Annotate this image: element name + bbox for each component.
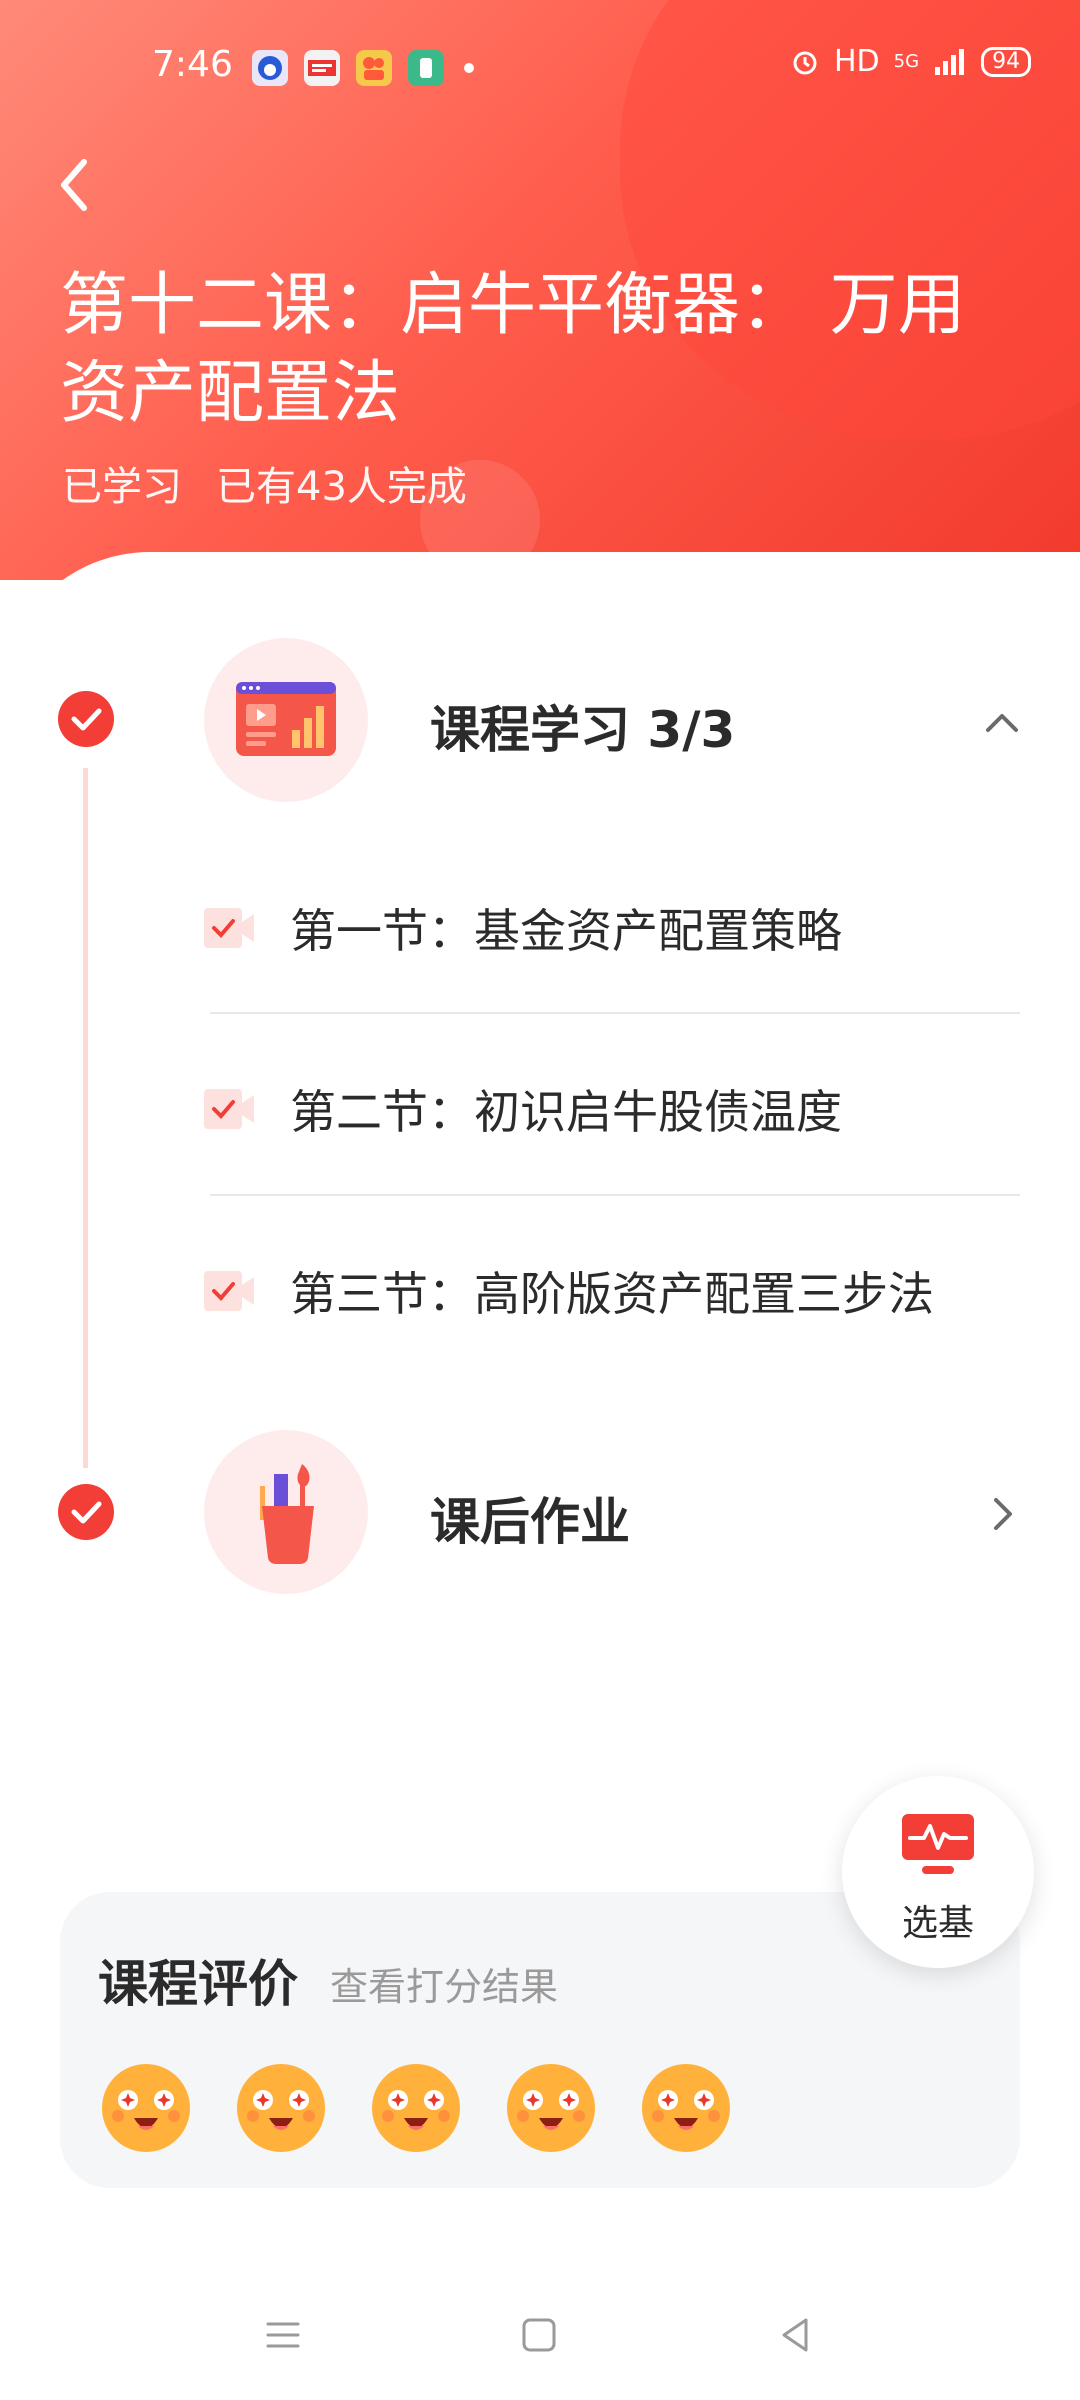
course-study-check-icon (58, 691, 114, 747)
timeline-line (83, 768, 88, 1468)
lesson-label: 第一节：基金资产配置策略 (290, 904, 842, 958)
nav-menu-button[interactable] (258, 2310, 308, 2360)
homework-label[interactable]: 课后作业 (430, 1482, 630, 1554)
homework-open-button[interactable] (982, 1494, 1022, 1534)
chevron-right-icon (994, 1498, 1012, 1530)
study-status: 已学习 (62, 464, 182, 510)
kuaishou-app-icon (356, 50, 392, 86)
status-right-group: HD 5G 94 (790, 44, 1032, 79)
star-eyes-emoji-icon (507, 2064, 595, 2152)
lesson-item[interactable]: 第三节：高阶版资产配置三步法 (204, 1258, 934, 1324)
chevron-up-icon (986, 714, 1018, 732)
rating-emoji-3[interactable] (370, 2062, 462, 2154)
baidu-app-icon (252, 50, 288, 86)
status-time: 7:46 (152, 44, 233, 85)
star-eyes-emoji-icon (642, 2064, 730, 2152)
battery-indicator: 94 (981, 46, 1032, 77)
back-arrow-icon (61, 159, 87, 211)
fab-label: 选基 (901, 1903, 974, 1944)
star-eyes-emoji-icon (372, 2064, 460, 2152)
video-check-icon (204, 1089, 254, 1129)
back-triangle-icon (782, 2318, 808, 2352)
completion-count: 已有43人完成 (216, 464, 467, 510)
homework-check-icon (58, 1484, 114, 1540)
homework-icon-container (204, 1430, 368, 1594)
toutiao-app-icon (304, 50, 340, 86)
course-icon-container (204, 638, 368, 802)
nav-back-button[interactable] (770, 2310, 820, 2360)
star-eyes-emoji-icon (237, 2064, 325, 2152)
rating-emoji-4[interactable] (505, 2062, 597, 2154)
evaluation-title: 课程评价 (98, 1955, 298, 2013)
star-eyes-emoji-icon (102, 2064, 190, 2152)
presentation-chart-icon (236, 682, 336, 756)
rating-emoji-1[interactable] (100, 2062, 192, 2154)
hd-label: HD (834, 44, 880, 79)
pen-holder-icon (260, 1464, 314, 1564)
course-study-label[interactable]: 课程学习 3/3 (430, 690, 735, 762)
menu-icon (266, 2322, 300, 2348)
page-title: 第十二课：启牛平衡器： 万用资产配置法 (60, 266, 966, 433)
fund-select-fab[interactable]: 选基 (842, 1776, 1034, 1968)
signal-label: 5G (893, 51, 920, 72)
lesson-label: 第三节：高阶版资产配置三步法 (290, 1267, 934, 1321)
pulse-monitor-icon (902, 1814, 974, 1874)
lesson-label: 第二节：初识启牛股债温度 (290, 1085, 842, 1139)
alarm-icon (793, 51, 817, 74)
divider (210, 1194, 1020, 1196)
nav-home-button[interactable] (514, 2310, 564, 2360)
progress-info: 已学习 已有43人完成 (62, 454, 467, 512)
video-check-icon (204, 908, 254, 948)
home-square-icon (522, 2318, 556, 2352)
rating-emoji-2[interactable] (235, 2062, 327, 2154)
green-app-icon (408, 50, 444, 86)
collapse-button[interactable] (982, 702, 1022, 742)
signal-icon (935, 48, 965, 75)
view-score-link[interactable]: 查看打分结果 (330, 1956, 558, 2011)
back-button[interactable] (48, 150, 108, 220)
lesson-item[interactable]: 第一节：基金资产配置策略 (204, 895, 842, 961)
lesson-item[interactable]: 第二节：初识启牛股债温度 (204, 1076, 842, 1142)
video-check-icon (204, 1271, 254, 1311)
divider (210, 1012, 1020, 1014)
rating-emoji-5[interactable] (640, 2062, 732, 2154)
notification-dot (464, 63, 474, 73)
